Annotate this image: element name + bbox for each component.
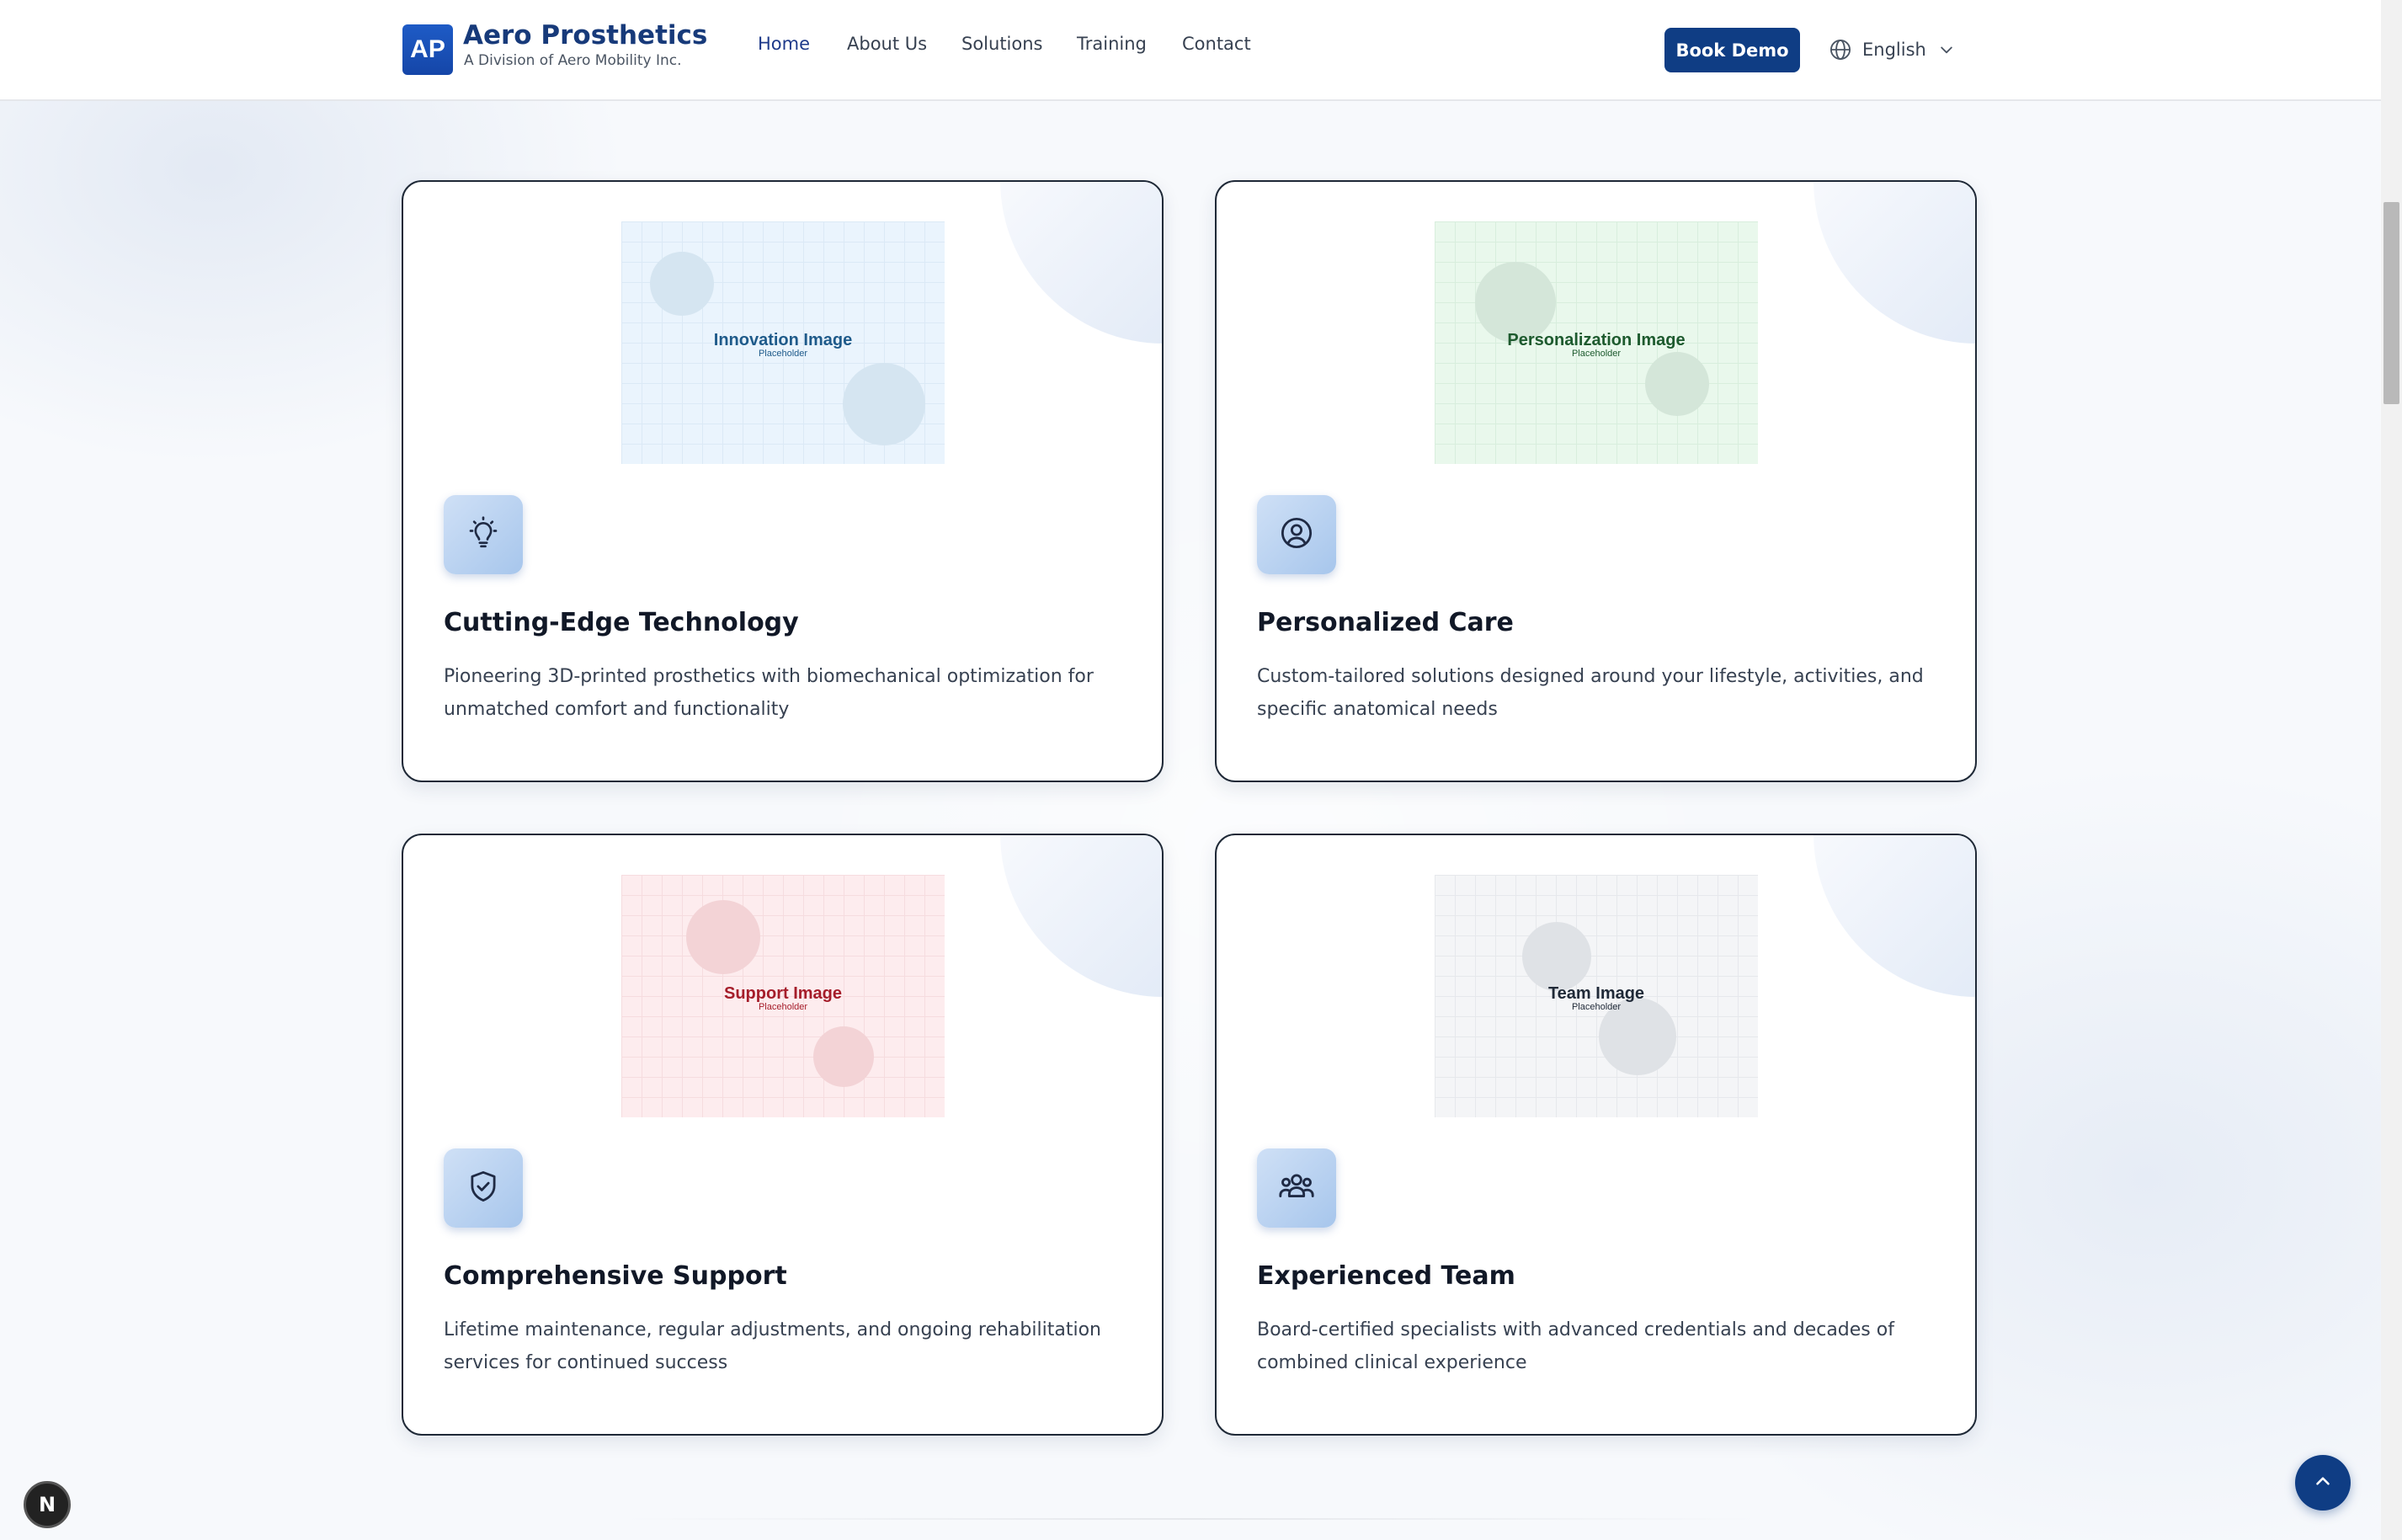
placeholder-subtitle: Placeholder (758, 349, 808, 359)
feature-icon-box (1257, 495, 1336, 574)
decor-circle (686, 900, 760, 974)
nav-home[interactable]: Home (758, 34, 810, 54)
card-description: Board-certified specialists with advance… (1257, 1319, 1894, 1373)
language-label: English (1862, 40, 1926, 60)
corner-decoration (1000, 182, 1162, 344)
innovation-image-placeholder: Innovation Image Placeholder (621, 221, 945, 464)
nav-about-us[interactable]: About Us (847, 34, 927, 54)
nav-solutions[interactable]: Solutions (961, 34, 1043, 54)
book-demo-button[interactable]: Book Demo (1664, 28, 1800, 72)
card-title: Comprehensive Support (444, 1261, 787, 1291)
personalization-image-placeholder: Personalization Image Placeholder (1435, 221, 1758, 464)
feature-card-technology: Innovation Image Placeholder Cutting-Edg… (402, 180, 1164, 782)
placeholder-subtitle: Placeholder (758, 1002, 808, 1012)
decor-circle (650, 252, 714, 316)
card-title: Personalized Care (1257, 608, 1514, 637)
feature-card-support: Support Image Placeholder Comprehensive … (402, 834, 1164, 1436)
dev-tools-badge[interactable]: N (24, 1481, 71, 1528)
card-description: Custom-tailored solutions designed aroun… (1257, 666, 1924, 720)
brand-name[interactable]: Aero Prosthetics (463, 20, 707, 51)
placeholder-subtitle: Placeholder (1571, 1002, 1622, 1012)
nav-contact[interactable]: Contact (1182, 34, 1251, 54)
feature-icon-box (444, 495, 523, 574)
globe-icon (1829, 38, 1852, 61)
placeholder-subtitle: Placeholder (1571, 349, 1622, 359)
decor-circle (843, 363, 925, 445)
nav-training[interactable]: Training (1077, 34, 1147, 54)
decor-circle (1522, 922, 1591, 991)
feature-card-personalized-care: Personalization Image Placeholder Person… (1215, 180, 1977, 782)
placeholder-title: Personalization Image (1507, 331, 1686, 349)
card-description: Pioneering 3D-printed prosthetics with b… (444, 666, 1094, 720)
user-circle-icon (1279, 515, 1314, 554)
logo-mark[interactable]: AP (402, 24, 453, 75)
team-icon (1277, 1167, 1316, 1209)
decor-circle (813, 1026, 874, 1087)
card-description: Lifetime maintenance, regular adjustment… (444, 1319, 1101, 1373)
language-selector[interactable]: English (1829, 37, 1955, 62)
feature-icon-box (1257, 1148, 1336, 1228)
decor-circle (1645, 352, 1709, 416)
site-header: AP Aero Prosthetics A Division of Aero M… (0, 0, 2381, 101)
placeholder-title: Support Image (723, 984, 842, 1003)
section-divider (623, 1518, 1760, 1520)
corner-decoration (1813, 182, 1975, 344)
background-glow (0, 0, 2402, 1540)
scrollbar-thumb[interactable] (2383, 202, 2399, 404)
n-logo-icon: N (38, 1493, 56, 1516)
corner-decoration (1813, 835, 1975, 997)
card-title: Experienced Team (1257, 1261, 1515, 1291)
chevron-down-icon (1938, 41, 1955, 58)
team-image-placeholder: Team Image Placeholder (1435, 875, 1758, 1117)
feature-icon-box (444, 1148, 523, 1228)
card-title: Cutting-Edge Technology (444, 608, 799, 637)
placeholder-title: Team Image (1547, 984, 1645, 1003)
scroll-to-top-button[interactable] (2295, 1455, 2351, 1511)
lightbulb-icon (466, 516, 500, 553)
placeholder-title: Innovation Image (713, 331, 853, 349)
corner-decoration (1000, 835, 1162, 997)
brand-subtitle: A Division of Aero Mobility Inc. (464, 52, 682, 69)
feature-card-team: Team Image Placeholder Experienced Team … (1215, 834, 1977, 1436)
support-image-placeholder: Support Image Placeholder (621, 875, 945, 1117)
shield-check-icon (466, 1169, 501, 1207)
chevron-up-icon (2312, 1470, 2334, 1495)
